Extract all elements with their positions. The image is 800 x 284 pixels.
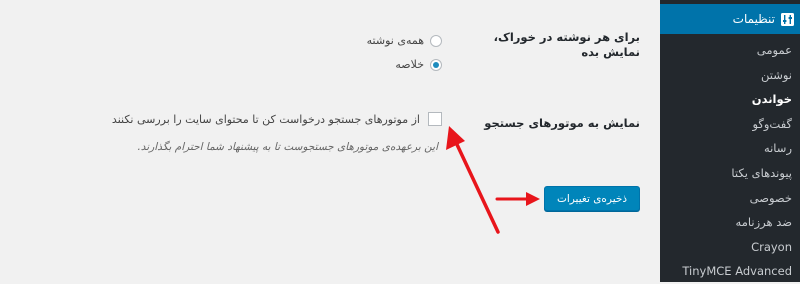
settings-menu-item[interactable]: تنظیمات — [653, 4, 800, 34]
radio-full-text-label: همه‌ی نوشته — [366, 34, 424, 47]
feed-display-label-line1: برای هر نوشته در خوراک، — [493, 30, 640, 44]
submenu-item-reading[interactable]: خواندن — [662, 87, 792, 112]
feed-display-label: برای هر نوشته در خوراک، نمایش بده — [460, 30, 640, 60]
settings-content: برای هر نوشته در خوراک، نمایش بده همه‌ی … — [0, 0, 660, 282]
search-engine-checkbox-row[interactable]: از موتورهای جستجو درخواست کن تا محتوای س… — [112, 112, 442, 126]
radio-summary-row[interactable]: خلاصه — [395, 58, 442, 71]
search-visibility-label: نمایش به موتورهای جستجو — [484, 116, 640, 130]
submenu-item-privacy[interactable]: خصوصی — [662, 186, 792, 211]
submenu-item-writing[interactable]: نوشتن — [662, 63, 792, 88]
submenu-item-media[interactable]: رسانه — [662, 136, 792, 161]
submenu-item-tinymce[interactable]: TinyMCE Advanced — [662, 259, 792, 284]
save-changes-button[interactable]: ذخیره‌ی تغییرات — [544, 186, 640, 211]
feed-display-label-line2: نمایش بده — [581, 45, 640, 59]
submenu-item-permalinks[interactable]: پیوندهای یکتا — [662, 161, 792, 186]
search-engine-checkbox-label: از موتورهای جستجو درخواست کن تا محتوای س… — [111, 112, 420, 126]
current-menu-pointer — [653, 12, 660, 26]
radio-summary[interactable] — [430, 58, 442, 71]
search-engine-checkbox[interactable] — [428, 112, 442, 126]
radio-full-text-row[interactable]: همه‌ی نوشته — [367, 34, 442, 47]
radio-full-text[interactable] — [430, 34, 442, 47]
radio-summary-label: خلاصه — [395, 58, 424, 71]
submenu-item-antispam[interactable]: ضد هرزنامه — [662, 210, 792, 235]
admin-sidebar: تنظیمات عمومی نوشتن خواندن گفت‌وگو رسانه… — [653, 0, 800, 284]
settings-submenu: عمومی نوشتن خواندن گفت‌وگو رسانه پیوندها… — [662, 38, 792, 284]
submenu-item-general[interactable]: عمومی — [662, 38, 792, 63]
search-engine-description: این برعهده‌ی موتورهای جستجوست تا به پیشن… — [137, 141, 438, 153]
settings-sliders-icon — [781, 12, 794, 26]
submenu-item-crayon[interactable]: Crayon — [662, 235, 792, 260]
settings-menu-label: تنظیمات — [732, 12, 775, 26]
submenu-item-discussion[interactable]: گفت‌وگو — [662, 112, 792, 137]
